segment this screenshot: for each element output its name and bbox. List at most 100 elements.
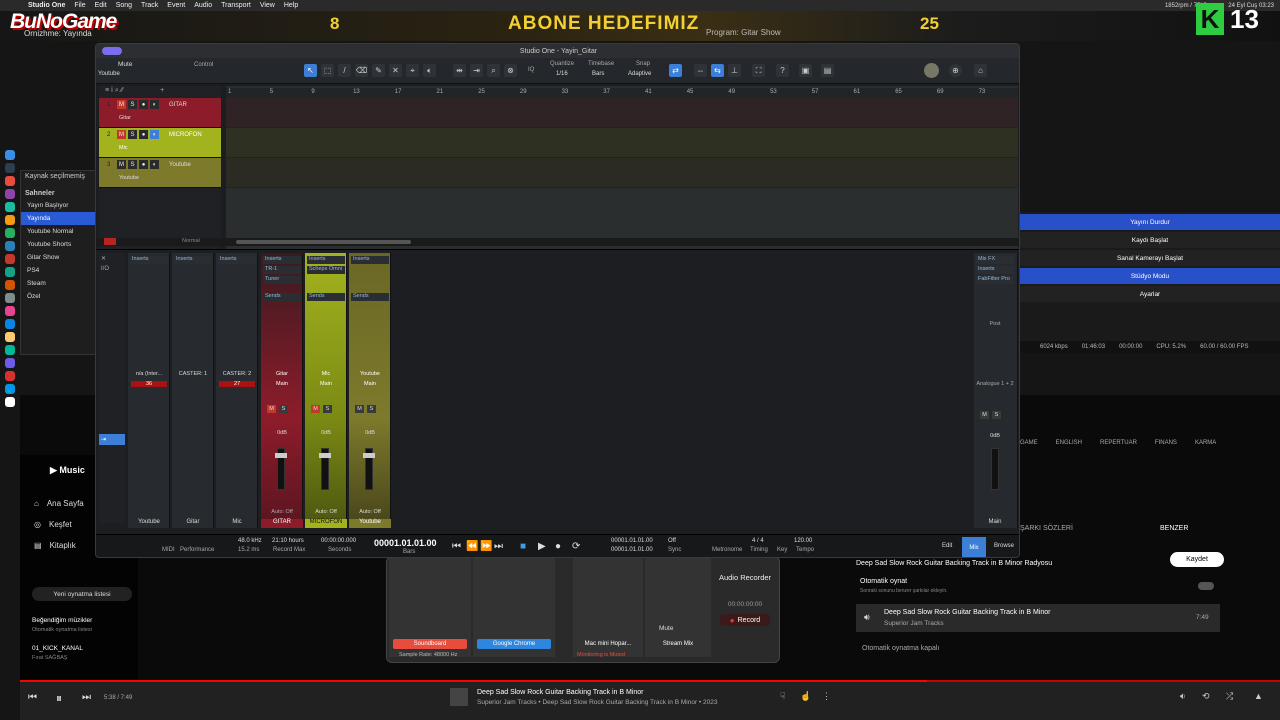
strip-insert-slot[interactable]: Tuner	[263, 276, 301, 284]
channel-name[interactable]: Gitar	[261, 371, 303, 377]
forward-icon[interactable]: ⏩	[480, 541, 492, 552]
solo-button[interactable]: S	[128, 130, 137, 139]
tab-karma[interactable]: KARMA	[1195, 440, 1216, 446]
start-recording-button[interactable]: Kaydı Başlat	[1020, 232, 1280, 248]
app-icon[interactable]	[5, 176, 15, 186]
quantize-value[interactable]: 1/16	[556, 71, 568, 77]
performance-label[interactable]: Performance	[180, 547, 214, 553]
strip-sends[interactable]: Sends	[307, 293, 345, 301]
timeline-ruler[interactable]: 1 5 9 13 17 21 25 29 33 37 41 45 49 53 57 61 65 69 73	[226, 88, 1018, 98]
end-icon[interactable]: ⏭	[494, 541, 503, 552]
app-icon[interactable]	[5, 319, 15, 329]
strip-insert-slot[interactable]: Scheps Omni	[307, 266, 345, 274]
fader-cap[interactable]	[275, 453, 287, 458]
channel-label[interactable]: Stream Mix	[647, 639, 709, 649]
layout-icon[interactable]: ▣	[799, 64, 812, 77]
scene-item[interactable]: Steam	[21, 277, 97, 290]
channel-route[interactable]: Main	[305, 381, 347, 387]
sync-value[interactable]: Off	[668, 538, 676, 544]
monitor-button[interactable]: ◐	[150, 130, 159, 139]
app-icon[interactable]	[5, 189, 15, 199]
scene-item-selected[interactable]: Yayında	[21, 212, 97, 225]
eraser-tool-icon[interactable]: ⌫	[355, 64, 368, 77]
next-icon[interactable]: ⏭	[82, 692, 91, 703]
app-icon[interactable]	[5, 345, 15, 355]
strip-insert-header[interactable]: Inserts	[263, 256, 301, 264]
track-name[interactable]: MICROFON	[169, 132, 202, 138]
cursor-follow-icon[interactable]: ⊥	[728, 64, 741, 77]
close-mixer-icon[interactable]: ✕	[99, 253, 125, 264]
record-arm-button[interactable]: ●	[139, 130, 148, 139]
strip-name[interactable]: CASTER: 2	[216, 371, 258, 377]
stop-stream-button[interactable]: Yayını Durdur	[1020, 214, 1280, 230]
solo-button[interactable]: S	[128, 100, 137, 109]
menu-help[interactable]: Help	[284, 2, 298, 9]
app-icon[interactable]	[5, 215, 15, 225]
loop-icon[interactable]: ⊗	[504, 64, 517, 77]
settings-button[interactable]: Ayarlar	[1020, 286, 1280, 302]
autoscroll-icon[interactable]: ⇔	[694, 64, 707, 77]
app-icon[interactable]	[5, 267, 15, 277]
strip-insert-header[interactable]: Inserts	[307, 256, 345, 264]
automation-mode[interactable]: Auto: Off	[305, 509, 347, 515]
arrow-tool-icon[interactable]: ↖	[304, 64, 317, 77]
scene-item[interactable]: Özel	[21, 290, 97, 303]
help-icon[interactable]: ?	[776, 64, 789, 77]
track-youtube[interactable]: 3 M S ● ◐ Youtube Youtube	[99, 158, 221, 188]
snap-value[interactable]: Adaptive	[628, 71, 651, 77]
strip-insert-header[interactable]: Inserts	[351, 256, 389, 264]
app-icon[interactable]	[5, 254, 15, 264]
fader-cap[interactable]	[363, 453, 375, 458]
strip-sends[interactable]: Sends	[263, 293, 301, 301]
listen-tool-icon[interactable]: 🔈︎	[423, 64, 436, 77]
strip-insert[interactable]: Inserts	[218, 256, 256, 264]
channel-label[interactable]: Soundboard	[393, 639, 467, 649]
automation-mode[interactable]: Auto: Off	[261, 509, 303, 515]
play-icon[interactable]: ▶	[538, 541, 546, 552]
like-icon[interactable]: ☝	[800, 691, 811, 702]
record-icon[interactable]: ●	[555, 541, 561, 552]
arrangement-view[interactable]	[226, 86, 1018, 276]
input-view-icon[interactable]: ⇥	[99, 434, 125, 445]
app-icon[interactable]	[5, 280, 15, 290]
scene-item[interactable]: Yayın Başlıyor	[21, 199, 97, 212]
mixer-strip-input[interactable]: Inserts CASTER: 2 27 Mic	[216, 253, 258, 528]
main-post[interactable]: Post	[974, 321, 1016, 327]
lane-youtube[interactable]	[226, 158, 1018, 188]
track-microfon[interactable]: 2 M S ● ◐ MICROFON Mic	[99, 128, 221, 158]
menu-transport[interactable]: Transport	[221, 2, 251, 9]
edit-tab[interactable]: Edit	[942, 543, 952, 549]
channel-label[interactable]: Google Chrome	[477, 639, 551, 649]
mute-button[interactable]: M	[267, 405, 276, 413]
metronome-label[interactable]: Metronome	[712, 547, 742, 553]
save-button[interactable]: Kaydet	[1170, 552, 1224, 567]
main-plugin[interactable]: FabFilter Pro	[976, 276, 1014, 284]
record-arm-button[interactable]: ●	[139, 100, 148, 109]
shuffle-icon[interactable]: ⤮	[1226, 691, 1233, 702]
automation-mode[interactable]: Auto: Off	[349, 509, 391, 515]
iq-label[interactable]: IQ	[528, 67, 534, 73]
record-arm-button[interactable]: ●	[139, 160, 148, 169]
previous-icon[interactable]: ⏮	[28, 692, 37, 703]
lane-gitar[interactable]	[226, 98, 1018, 128]
paint-tool-icon[interactable]: ✎	[372, 64, 385, 77]
browse-tab[interactable]: Browse	[994, 543, 1014, 549]
mixer-channel-gitar[interactable]: Inserts TR-1 Tuner Sends Gitar Main MS 0…	[261, 253, 303, 528]
strip-name[interactable]: CASTER: 1	[172, 371, 214, 377]
ytm-logo[interactable]: ▶ Music	[50, 465, 85, 476]
rewind-start-icon[interactable]: ⏮	[452, 541, 461, 552]
repeat-icon[interactable]: ⟲	[1202, 691, 1210, 702]
fader-cap[interactable]	[319, 453, 331, 458]
track-title[interactable]: Deep Sad Slow Rock Guitar Backing Track …	[477, 689, 644, 696]
mute-tool-icon[interactable]: ✕	[389, 64, 402, 77]
track-name[interactable]: GITAR	[169, 102, 187, 108]
app-icon[interactable]	[5, 332, 15, 342]
app-icon[interactable]	[5, 241, 15, 251]
solo-button[interactable]: S	[367, 405, 376, 413]
scene-item[interactable]: Youtube Shorts	[21, 238, 97, 251]
device-label[interactable]: Youtube	[98, 71, 120, 77]
main-output[interactable]: Analogue 1 + 2	[974, 381, 1016, 387]
rewind-icon[interactable]: ⏪	[466, 541, 478, 552]
key-label[interactable]: Key	[777, 547, 787, 553]
mix-tab[interactable]: Mix	[962, 537, 986, 557]
